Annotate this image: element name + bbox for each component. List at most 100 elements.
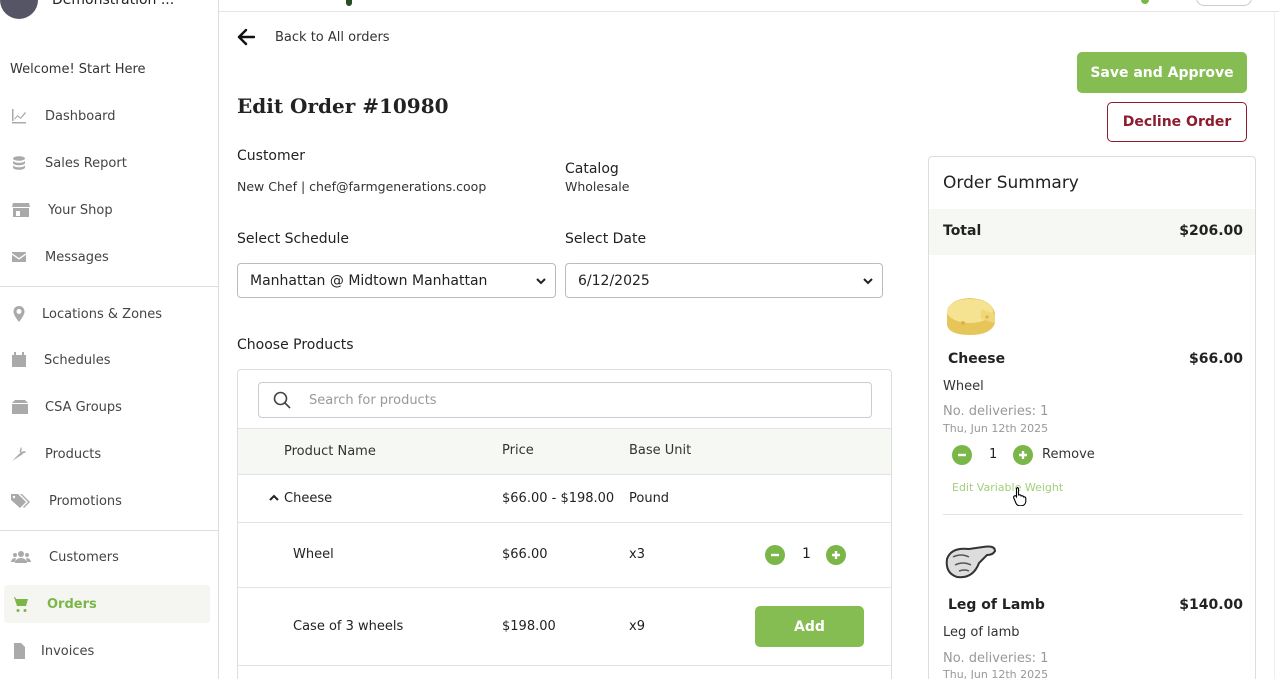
sidebar-item-label: Schedules bbox=[44, 352, 111, 368]
order-summary-title: Order Summary bbox=[943, 173, 1079, 193]
minus-icon bbox=[958, 453, 966, 457]
minus-icon bbox=[771, 553, 779, 557]
sidebar-item-dashboard[interactable]: Dashboard bbox=[0, 97, 219, 135]
edit-variable-weight-link[interactable]: Edit Variable Weight bbox=[952, 481, 1063, 494]
column-header: Product Name bbox=[284, 444, 376, 459]
sidebar-divider bbox=[0, 530, 219, 531]
summary-quantity: 1 bbox=[989, 447, 998, 462]
sidebar-item-schedules[interactable]: Schedules bbox=[0, 341, 219, 379]
table-row: Wheel $66.00 x3 1 bbox=[238, 523, 891, 588]
decrement-button[interactable] bbox=[765, 545, 785, 565]
summary-item-name: Cheese bbox=[948, 351, 1006, 367]
sidebar-item-csa-groups[interactable]: CSA Groups bbox=[0, 388, 219, 426]
product-unit: Pound bbox=[629, 491, 670, 506]
customer-value: New Chef | chef@farmgenerations.coop bbox=[237, 179, 487, 194]
sidebar-item-label: Locations & Zones bbox=[42, 306, 163, 322]
total-label: Total bbox=[943, 223, 982, 239]
user-menu-button[interactable] bbox=[1196, 0, 1252, 6]
org-avatar bbox=[0, 0, 38, 19]
quantity-value: 1 bbox=[802, 546, 811, 562]
status-indicator-icon bbox=[1141, 0, 1149, 4]
add-button[interactable]: Add bbox=[755, 606, 864, 647]
remove-button[interactable]: Remove bbox=[1042, 447, 1095, 462]
summary-item-variant: Leg of lamb bbox=[943, 625, 1020, 640]
summary-item-name: Leg of Lamb bbox=[948, 597, 1045, 613]
back-link[interactable]: Back to All orders bbox=[237, 28, 390, 46]
summary-item-deliveries: No. deliveries: 1 bbox=[943, 404, 1049, 419]
tags-icon bbox=[10, 492, 32, 510]
column-header: Price bbox=[502, 443, 534, 458]
hand-cursor-icon bbox=[1013, 486, 1027, 506]
variant-unit: x3 bbox=[629, 547, 645, 562]
sidebar-item-orders[interactable]: Orders bbox=[4, 585, 210, 623]
summary-item-price: $66.00 bbox=[1188, 351, 1243, 367]
sidebar-item-label: Sales Report bbox=[45, 155, 127, 171]
choose-products-heading: Choose Products bbox=[237, 337, 354, 353]
product-search[interactable] bbox=[258, 382, 872, 418]
store-icon bbox=[10, 201, 32, 219]
header-divider bbox=[219, 11, 1279, 12]
sidebar-item-promotions[interactable]: Promotions bbox=[0, 482, 219, 520]
logo-mark bbox=[346, 0, 352, 6]
chevron-down-icon bbox=[863, 278, 873, 285]
date-label: Select Date bbox=[565, 231, 647, 247]
sidebar-item-locations-zones[interactable]: Locations & Zones bbox=[0, 295, 219, 333]
date-select-value: 6/12/2025 bbox=[578, 272, 650, 289]
chart-line-icon bbox=[10, 107, 28, 125]
table-header: Product Name Price Base Unit bbox=[238, 428, 891, 475]
order-summary: Order Summary Total $206.00 Cheese $66.0… bbox=[928, 156, 1256, 679]
increment-button[interactable] bbox=[1013, 445, 1033, 465]
sidebar-item-label: CSA Groups bbox=[45, 399, 122, 415]
date-select[interactable]: 6/12/2025 bbox=[565, 263, 883, 298]
chevron-up-icon[interactable] bbox=[268, 492, 280, 504]
sidebar-item-invoices[interactable]: Invoices bbox=[0, 632, 219, 670]
schedule-label: Select Schedule bbox=[237, 231, 349, 247]
scrollbar[interactable] bbox=[1274, 12, 1275, 679]
search-input[interactable] bbox=[309, 392, 849, 408]
schedule-select-value: Manhattan @ Midtown Manhattan bbox=[250, 272, 488, 289]
save-and-approve-button[interactable]: Save and Approve bbox=[1077, 52, 1247, 93]
box-icon bbox=[10, 398, 30, 416]
cart-icon bbox=[10, 595, 30, 613]
sidebar-item-your-shop[interactable]: Your Shop bbox=[0, 191, 219, 229]
chevron-down-icon bbox=[536, 278, 546, 285]
arrow-left-icon bbox=[237, 28, 255, 46]
sidebar-item-label: Messages bbox=[45, 249, 109, 265]
cheese-image bbox=[947, 298, 995, 335]
org-switcher[interactable]: Demonstration ... bbox=[0, 0, 174, 19]
sidebar-item-label: Promotions bbox=[49, 493, 122, 509]
sidebar-item-label: Products bbox=[45, 446, 102, 462]
page-title: Edit Order #10980 bbox=[237, 94, 449, 118]
welcome-link[interactable]: Welcome! Start Here bbox=[10, 62, 146, 77]
sidebar-item-label: Your Shop bbox=[48, 202, 113, 218]
summary-item-price: $140.00 bbox=[1179, 597, 1243, 613]
sidebar-item-label: Orders bbox=[47, 596, 97, 612]
envelope-icon bbox=[10, 248, 28, 266]
sidebar-item-messages[interactable]: Messages bbox=[0, 238, 219, 276]
summary-item-date: Thu, Jun 12th 2025 bbox=[943, 668, 1049, 679]
summary-item: Leg of Lamb $140.00 Leg of lamb No. deli… bbox=[929, 537, 1255, 679]
summary-item-deliveries: No. deliveries: 1 bbox=[943, 651, 1049, 666]
catalog-label: Catalog bbox=[565, 161, 619, 177]
increment-button[interactable] bbox=[826, 545, 846, 565]
variant-price: $198.00 bbox=[502, 619, 556, 634]
sidebar-divider bbox=[0, 286, 219, 287]
sidebar-item-sales-report[interactable]: Sales Report bbox=[0, 144, 219, 182]
schedule-select[interactable]: Manhattan @ Midtown Manhattan bbox=[237, 263, 556, 298]
leg-of-lamb-image bbox=[945, 545, 997, 579]
sidebar-item-products[interactable]: Products bbox=[0, 435, 219, 473]
summary-item-variant: Wheel bbox=[943, 379, 984, 394]
file-icon bbox=[10, 642, 28, 660]
table-row-group[interactable]: Cheese $66.00 - $198.00 Pound bbox=[238, 475, 891, 523]
sidebar-item-customers[interactable]: Customers bbox=[0, 538, 219, 576]
search-icon bbox=[273, 391, 291, 409]
customer-label: Customer bbox=[237, 148, 306, 164]
products-table: Product Name Price Base Unit Cheese $66.… bbox=[237, 369, 892, 679]
summary-item-date: Thu, Jun 12th 2025 bbox=[943, 422, 1049, 435]
decrement-button[interactable] bbox=[952, 445, 972, 465]
coins-icon bbox=[10, 154, 28, 172]
variant-name: Wheel bbox=[293, 547, 334, 562]
decline-order-button[interactable]: Decline Order bbox=[1107, 102, 1247, 142]
plus-icon bbox=[832, 551, 840, 559]
sidebar: Demonstration ... Welcome! Start Here Da… bbox=[0, 0, 219, 679]
